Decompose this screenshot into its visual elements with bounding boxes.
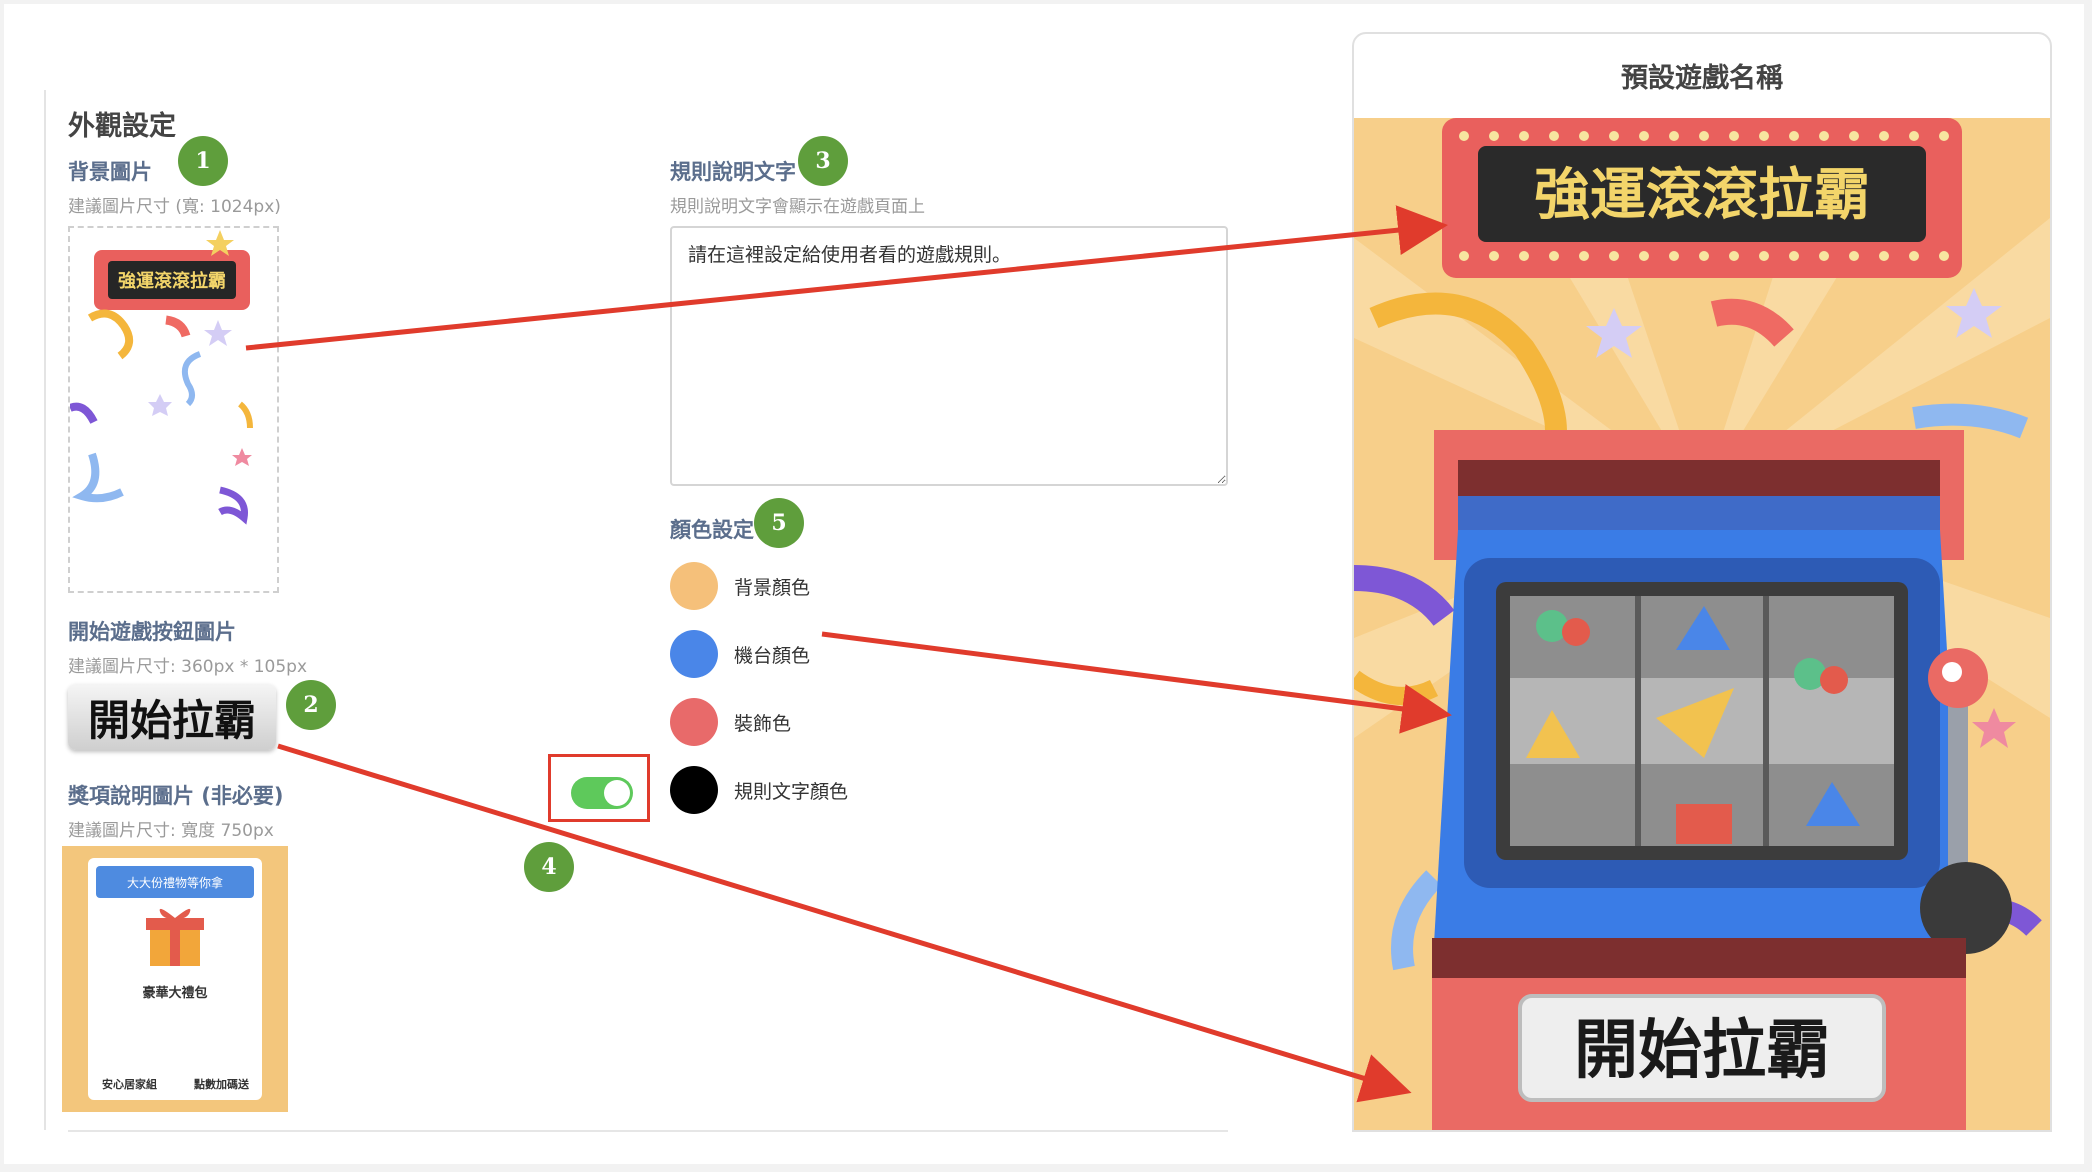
prize-image-hint: 建議圖片尺寸: 寬度 750px [68, 821, 274, 841]
color-row-rules-text[interactable]: 規則文字顏色 [670, 764, 848, 816]
prize-image-label: 獎項說明圖片 (非必要) [68, 784, 284, 808]
slot-machine-illustration: 強運滾滾拉霸 開始拉霸 [1354, 118, 2050, 1130]
rules-text-label: 規則說明文字 [670, 160, 796, 184]
prize-image-toggle[interactable] [571, 777, 633, 809]
prize-image-upload[interactable]: 大大份禮物等你拿 豪華大禮包 安心居家組 點數加碼送 [62, 846, 288, 1112]
settings-page: 外觀設定 背景圖片 1 建議圖片尺寸 (寬: 1024px) 強運滾滾拉霸 開始… [4, 4, 2084, 1164]
prize-left-item: 安心居家組 [102, 1078, 157, 1091]
start-button-image-label: 開始遊戲按鈕圖片 [68, 620, 236, 644]
prize-main-item: 豪華大禮包 [142, 986, 208, 1001]
arrow-machine-color [821, 631, 1452, 734]
start-button-image-upload[interactable]: 開始拉霸 [68, 684, 276, 750]
badge-3: 3 [798, 136, 848, 186]
bottom-divider [68, 1130, 1228, 1132]
section-title: 外觀設定 [68, 111, 176, 142]
machine-color-swatch[interactable] [670, 630, 718, 678]
decoration-color-label: 裝飾色 [734, 712, 792, 735]
rules-text-hint: 規則說明文字會顯示在遊戲頁面上 [670, 197, 925, 217]
rules-textarea[interactable]: 請在這裡設定給使用者看的遊戲規則。 [670, 226, 1228, 486]
machine-color-label: 機台顏色 [734, 644, 811, 667]
background-image-upload[interactable]: 強運滾滾拉霸 [68, 226, 279, 593]
toggle-knob [604, 780, 630, 806]
gift-icon [146, 908, 204, 966]
background-color-swatch[interactable] [670, 562, 718, 610]
preview-sign-text: 強運滾滾拉霸 [1534, 163, 1870, 228]
preview-game-title: 預設遊戲名稱 [1621, 62, 1783, 94]
rules-text-color-label: 規則文字顏色 [734, 780, 849, 803]
decoration-color-swatch[interactable] [670, 698, 718, 746]
start-button-image-hint: 建議圖片尺寸: 360px * 105px [68, 657, 308, 677]
confetti-illustration [70, 230, 253, 525]
background-color-label: 背景顏色 [734, 576, 811, 599]
rules-text-color-swatch[interactable] [670, 766, 718, 814]
toggle-highlight [548, 754, 650, 822]
badge-4: 4 [524, 842, 574, 892]
background-image-hint: 建議圖片尺寸 (寬: 1024px) [68, 197, 281, 217]
color-row-decoration[interactable]: 裝飾色 [670, 696, 791, 748]
badge-1: 1 [178, 136, 228, 186]
game-preview-panel: 預設遊戲名稱 強運滾滾拉霸 開始拉霸 [1352, 32, 2052, 1132]
preview-scene: 強運滾滾拉霸 開始拉霸 [1354, 118, 2050, 1130]
color-settings-label: 顏色設定 [670, 518, 754, 542]
color-row-machine[interactable]: 機台顏色 [670, 628, 810, 680]
background-image-label: 背景圖片 [68, 160, 152, 184]
left-rule [44, 90, 46, 1130]
preview-start-button-text: 開始拉霸 [1574, 1014, 1830, 1088]
color-row-background[interactable]: 背景顏色 [670, 560, 810, 612]
badge-5: 5 [754, 498, 804, 548]
prize-right-item: 點數加碼送 [194, 1078, 249, 1091]
badge-2: 2 [286, 680, 336, 730]
prize-card: 大大份禮物等你拿 豪華大禮包 安心居家組 點數加碼送 [88, 858, 262, 1100]
prize-banner: 大大份禮物等你拿 [96, 866, 254, 898]
